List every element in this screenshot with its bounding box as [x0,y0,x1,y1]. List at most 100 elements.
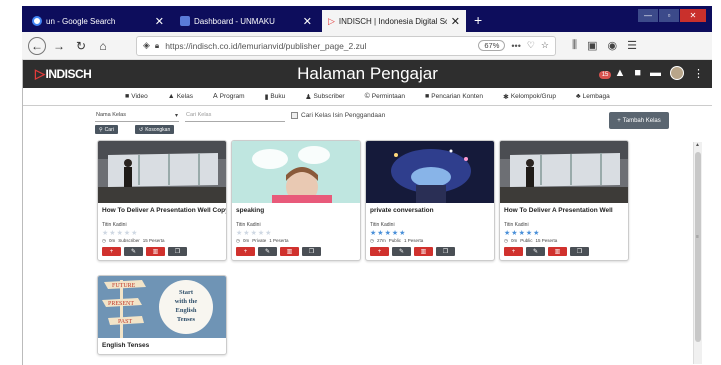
edit-button[interactable]: ✎ [258,247,277,256]
new-tab-button[interactable]: + [474,12,482,28]
more-vertical-icon[interactable]: ⋮ [693,67,704,80]
class-card[interactable]: FUTURE PRESENT PAST Start with the English Ten… [97,275,227,355]
sidebar-icon[interactable]: ▣ [587,39,597,52]
avatar[interactable] [670,66,684,80]
shield-icon[interactable]: ◈ [143,40,150,51]
card-thumbnail[interactable] [232,141,360,203]
copy-button[interactable]: ❐ [168,247,187,256]
menu-item-video[interactable]: ■ Video [115,93,158,100]
reset-button-label: Kosongkan [145,126,171,133]
card-thumbnail[interactable] [366,141,494,203]
menu-item-subscriber[interactable]: ♟ Subscriber [295,93,354,101]
present-label: PRESENT [108,301,134,307]
bookmark-star-icon[interactable]: ☆ [541,40,549,51]
delete-button[interactable]: ▥ [146,247,165,256]
menu-item-lembaga[interactable]: ♣ Lembaga [566,93,620,100]
menu-item-label: Lembaga [582,93,610,100]
search-button[interactable]: ⚲ Cari [95,125,118,134]
card-title[interactable]: speaking [232,203,360,215]
tenses-caption-1: Start [179,289,194,296]
card-title[interactable]: private conversation [366,203,494,215]
briefcase-icon[interactable]: ▬ [650,67,661,79]
copy-button[interactable]: ❐ [570,247,589,256]
pocket-icon[interactable]: ♡ [527,40,535,51]
add-button[interactable]: + [504,247,523,256]
filter-select[interactable]: Nama Kelas ▾ [95,112,179,122]
zoom-level[interactable]: 67% [478,40,506,51]
menu-icon[interactable]: ☰ [627,39,637,52]
class-card[interactable]: How To Deliver A Presentation Well Copy T… [97,140,227,261]
copy-button[interactable]: ❐ [436,247,455,256]
pencil-icon: ✎ [398,249,405,255]
account-icon[interactable]: ◉ [607,39,617,52]
menu-item-buku[interactable]: ▮ Buku [255,93,296,101]
more-actions-icon[interactable]: ••• [511,41,520,51]
menu-item-permintaan[interactable]: © Permintaan [355,93,415,100]
app-header: ▷ INDISCH Halaman Pengajar 15 ▲ ■ ▬ ⋮ [23,60,712,88]
edit-button[interactable]: ✎ [392,247,411,256]
scrollbar[interactable]: ▲ ≡ [693,142,702,364]
card-thumbnail[interactable] [500,141,628,203]
checkbox-label: Cari Kelas Isin Penggandaan [301,112,386,119]
main-menu: ■ Video ▲ Kelas A Program ▮ Buku ♟ Subscriber © Per… [23,88,712,106]
add-button[interactable]: + [102,247,121,256]
search-input[interactable]: Cari Kelas [185,112,285,122]
copy-button[interactable]: ❐ [302,247,321,256]
card-thumbnail[interactable] [98,141,226,203]
url-text[interactable]: https://indisch.co.id/lemurianvid/publis… [165,41,474,51]
close-icon[interactable]: ✕ [303,15,312,28]
browser-tab-dashboard[interactable]: Dashboard - UNMAKU ✕ [174,10,318,32]
browser-tab-indisch[interactable]: ▷ INDISCH | Indonesia Digital Sch ✕ [322,10,466,32]
class-card[interactable]: private conversation Titin Kadini ★★★★★ ◷ 27… [365,140,495,261]
notification-badge[interactable]: 15 ▲ [598,67,625,79]
add-class-button[interactable]: + Tambah Kelas [609,112,669,129]
class-card[interactable]: How To Deliver A Presentation Well Titin … [499,140,629,261]
card-participants: 1 Peserta [403,238,424,243]
video-camera-icon[interactable]: ■ [634,67,641,79]
edit-button[interactable]: ✎ [124,247,143,256]
url-bar[interactable]: ◈ 🔒︎ https://indisch.co.id/lemurianvid/p… [136,35,556,56]
checkbox-box[interactable] [291,112,298,119]
card-title[interactable]: English Tenses [98,338,226,350]
forward-button[interactable]: → [50,37,68,55]
star-rating: ★★★★★ [232,228,360,238]
card-title[interactable]: How To Deliver A Presentation Well [500,203,628,215]
indisch-logo[interactable]: ▷ INDISCH [35,66,92,82]
tab-title: INDISCH | Indonesia Digital Sch [338,16,447,26]
browser-tab-google[interactable]: un - Google Search ✕ [26,10,170,32]
maximize-button[interactable]: ▫ [659,9,679,22]
back-button[interactable]: ← [28,36,46,55]
delete-button[interactable]: ▥ [548,247,567,256]
menu-item-kelas[interactable]: ▲ Kelas [158,93,203,100]
card-author: Titin Kadini [102,222,127,228]
class-card[interactable]: speaking Titin Kadini ★★★★★ ◷ 0m Private 1 Pes… [231,140,361,261]
menu-item-kelompok-grup[interactable]: ✱ Kelompok/Grup [493,93,566,101]
library-icon[interactable]: ⫼ [572,39,577,52]
scrollbar-thumb[interactable] [695,152,701,342]
add-button[interactable]: + [236,247,255,256]
reset-button[interactable]: ↺ Kosongkan [135,125,175,134]
delete-button[interactable]: ▥ [414,247,433,256]
minimize-button[interactable]: — [638,9,658,22]
card-title[interactable]: How To Deliver A Presentation Well Copy [98,203,226,215]
edit-button[interactable]: ✎ [526,247,545,256]
indisch-icon: ▷ [328,16,335,26]
grip-icon: ≡ [696,234,699,240]
card-duration: 27m [376,238,386,243]
delete-button[interactable]: ▥ [280,247,299,256]
card-author: Titin Kadini [370,222,395,228]
card-visibility: Private [252,238,267,243]
scroll-up-icon[interactable]: ▲ [695,142,700,148]
duplicate-search-checkbox[interactable]: Cari Kelas Isin Penggandaan [291,112,385,119]
request-icon: © [364,93,370,100]
window-close-button[interactable]: ✕ [680,9,706,22]
home-button[interactable]: ⌂ [94,37,112,55]
menu-item-label: Kelas [176,93,193,100]
card-thumbnail[interactable]: FUTURE PRESENT PAST Start with the English Ten… [98,276,226,338]
reload-button[interactable]: ↻ [72,37,90,55]
menu-item-program[interactable]: A Program [203,93,255,100]
close-icon[interactable]: ✕ [155,15,164,28]
close-icon[interactable]: ✕ [451,15,460,28]
add-button[interactable]: + [370,247,389,256]
menu-item-pencarian-konten[interactable]: ■ Pencarian Konten [415,93,493,100]
